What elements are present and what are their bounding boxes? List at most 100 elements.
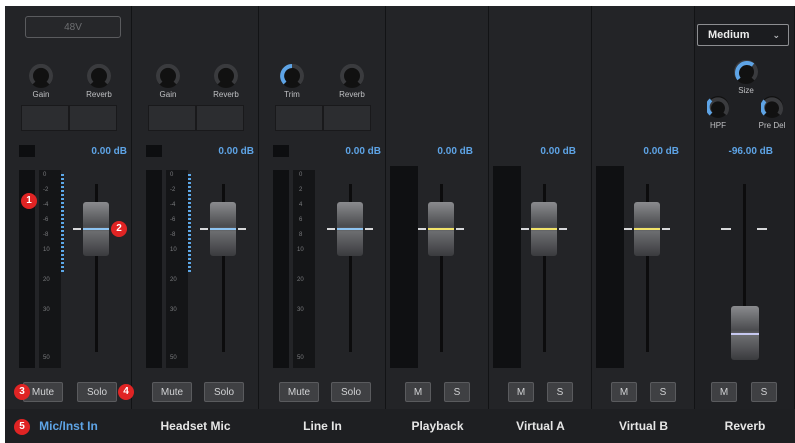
size-knob[interactable] xyxy=(734,60,758,84)
fader-indicator-line xyxy=(634,228,660,230)
scale-tick: 0 xyxy=(43,172,47,178)
reverb-knob-label: Reverb xyxy=(339,90,365,99)
reverb-knob-label: Reverb xyxy=(213,90,239,99)
reverb-knob[interactable] xyxy=(214,64,238,88)
pan-right-box[interactable] xyxy=(69,105,117,131)
channel-name-playback[interactable]: Playback xyxy=(386,419,489,433)
reverb-knob[interactable] xyxy=(87,64,111,88)
scale-tick: 8 xyxy=(299,232,303,238)
unity-mark-right xyxy=(456,228,464,230)
fader-indicator-line xyxy=(210,228,236,230)
unity-mark-left xyxy=(73,228,81,230)
pan-right-box[interactable] xyxy=(196,105,244,131)
scale-tick: 20 xyxy=(170,277,177,283)
size-knob-label: Size xyxy=(738,86,754,95)
mute-button[interactable]: Mute xyxy=(279,382,319,402)
signal-led-column xyxy=(61,174,64,272)
channel-name-virtual-b[interactable]: Virtual B xyxy=(592,419,695,433)
fader-indicator-line xyxy=(337,228,363,230)
unity-mark-right xyxy=(559,228,567,230)
solo-button[interactable]: S xyxy=(650,382,676,402)
scale-tick: -6 xyxy=(43,217,49,223)
pan-left-box[interactable] xyxy=(21,105,69,131)
scale-tick: -2 xyxy=(170,187,176,193)
fader-indicator-line xyxy=(731,333,759,335)
hpf-knob[interactable] xyxy=(707,96,729,118)
callout-badge-4: 4 xyxy=(118,384,134,400)
mute-button[interactable]: M xyxy=(508,382,534,402)
channel-name-virtual-a[interactable]: Virtual A xyxy=(489,419,592,433)
unity-mark-left xyxy=(521,228,529,230)
scale-tick: 4 xyxy=(299,202,303,208)
solo-button[interactable]: S xyxy=(751,382,777,402)
mute-button[interactable]: Mute xyxy=(152,382,192,402)
gain-knob[interactable] xyxy=(29,64,53,88)
pan-right-box[interactable] xyxy=(323,105,371,131)
mute-button[interactable]: M xyxy=(405,382,431,402)
solo-button[interactable]: S xyxy=(444,382,470,402)
level-readout: -96.00 dB xyxy=(728,146,773,157)
phantom-48v-button[interactable]: 48V xyxy=(25,16,121,38)
unity-mark-right xyxy=(238,228,246,230)
gain-knob[interactable] xyxy=(156,64,180,88)
trim-knob[interactable] xyxy=(280,64,304,88)
fader-indicator-line xyxy=(83,228,109,230)
reverb-knob[interactable] xyxy=(340,64,364,88)
level-readout: 0.00 dB xyxy=(437,146,473,157)
callout-badge-3: 3 xyxy=(14,384,30,400)
scale-tick: 10 xyxy=(297,247,304,253)
scale-tick: -6 xyxy=(170,217,176,223)
unity-mark-left xyxy=(327,228,335,230)
solo-button[interactable]: Solo xyxy=(331,382,371,402)
scale-tick: 30 xyxy=(43,307,50,313)
level-meter xyxy=(390,166,418,368)
level-readout: 0.00 dB xyxy=(218,146,254,157)
scale-tick: 0 xyxy=(299,172,303,178)
unity-mark-right xyxy=(365,228,373,230)
mute-button[interactable]: M xyxy=(611,382,637,402)
clip-indicator xyxy=(146,145,162,157)
gain-knob-label: Gain xyxy=(32,90,50,99)
reverb-size-dropdown[interactable]: Medium ⌄ xyxy=(697,24,789,46)
clip-indicator xyxy=(273,145,289,157)
mute-button[interactable]: M xyxy=(711,382,737,402)
scale-tick: 20 xyxy=(297,277,304,283)
solo-button[interactable]: Solo xyxy=(77,382,117,402)
scale-tick: -2 xyxy=(43,187,49,193)
pre-delay-knob[interactable] xyxy=(761,96,783,118)
scale-tick: 10 xyxy=(43,247,50,253)
solo-button[interactable]: S xyxy=(547,382,573,402)
level-readout: 0.00 dB xyxy=(540,146,576,157)
pan-left-box[interactable] xyxy=(275,105,323,131)
dropdown-value: Medium xyxy=(708,29,750,41)
channel-name-reverb[interactable]: Reverb xyxy=(695,419,795,433)
reverb-knob-label: Reverb xyxy=(86,90,112,99)
unity-mark-right xyxy=(757,228,767,230)
meter-scale-panel: 0 -2 -4 -6 -8 10 20 30 50 xyxy=(166,170,188,368)
scale-tick: 30 xyxy=(170,307,177,313)
pan-left-box[interactable] xyxy=(148,105,196,131)
callout-badge-1: 1 xyxy=(21,193,37,209)
meter-scale-panel: 0 2 4 6 8 10 20 30 50 xyxy=(293,170,315,368)
channel-name-headset-mic[interactable]: Headset Mic xyxy=(132,419,259,433)
level-readout: 0.00 dB xyxy=(643,146,679,157)
channel-name-line-in[interactable]: Line In xyxy=(259,419,386,433)
fader-indicator-line xyxy=(428,228,454,230)
scale-tick: -8 xyxy=(170,232,176,238)
scale-tick: 50 xyxy=(170,355,177,361)
hpf-knob-label: HPF xyxy=(710,121,726,130)
solo-button[interactable]: Solo xyxy=(204,382,244,402)
gain-knob-label: Gain xyxy=(159,90,177,99)
level-meter xyxy=(493,166,521,368)
clip-indicator xyxy=(19,145,35,157)
level-meter xyxy=(273,170,289,368)
scale-tick: -4 xyxy=(43,202,49,208)
level-meter xyxy=(596,166,624,368)
pre-delay-knob-label: Pre Del xyxy=(758,121,786,130)
trim-knob-label: Trim xyxy=(284,90,300,99)
chevron-updown-icon: ⌄ xyxy=(772,30,780,40)
scale-tick: 50 xyxy=(297,355,304,361)
level-meter xyxy=(146,170,162,368)
unity-mark-left xyxy=(200,228,208,230)
mixer-panel: 48V Gain Reverb 0.00 dB 0 -2 -4 -6 -8 10… xyxy=(5,6,795,443)
